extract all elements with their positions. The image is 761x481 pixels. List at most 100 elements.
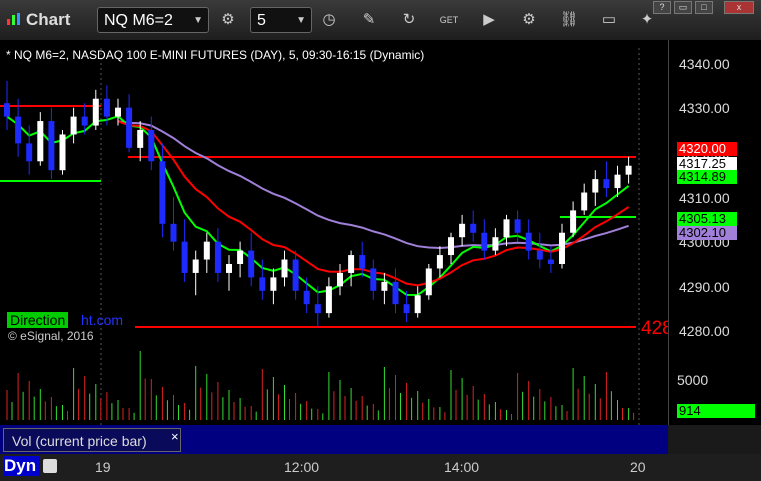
candle-body [159, 161, 166, 224]
candle-body [525, 232, 532, 251]
candle-body [581, 192, 588, 211]
interval-value: 5 [257, 12, 266, 29]
time-axis: Dyn 19 12:00 14:00 20 [0, 454, 761, 481]
candle-body [137, 130, 144, 148]
candle-body [26, 143, 33, 162]
candle-body [214, 241, 221, 273]
candle-body [359, 255, 366, 269]
symbol-select[interactable]: NQ M6=2 ▼ [97, 7, 209, 33]
pencil-icon[interactable]: ✎ [354, 7, 384, 33]
time-tick-label: 20 [630, 459, 646, 475]
candle-body [126, 107, 133, 148]
volume-badge: 914 [677, 404, 755, 418]
play-icon[interactable]: ▶ [474, 7, 504, 33]
candle-body [4, 103, 10, 117]
price-badge: 4314.89 [677, 170, 737, 184]
candle-body [381, 281, 388, 291]
price-chart [0, 48, 640, 425]
candle-body [237, 250, 244, 264]
candle-body [115, 107, 121, 117]
menu-button[interactable]: ? [653, 1, 671, 14]
candle-body [481, 232, 488, 251]
candle-body [436, 255, 443, 269]
close-button[interactable]: x [724, 1, 754, 14]
candle-body [59, 134, 66, 171]
candle-body [337, 272, 343, 287]
brand-label-suffix: ht.com [81, 312, 124, 328]
minimize-button[interactable]: ▭ [674, 1, 692, 14]
candle-body [470, 223, 477, 233]
candle-body [48, 121, 55, 171]
candle-body [303, 290, 310, 305]
chart-plot-area[interactable]: * NQ M6=2, NASDAQ 100 E-MINI FUTURES (DA… [0, 40, 673, 425]
candle-body [170, 223, 177, 242]
candle-body [625, 165, 632, 175]
candle-body [536, 250, 543, 260]
candle-body [370, 268, 377, 291]
candle-body [559, 232, 565, 264]
brand-label: Direction [7, 312, 69, 328]
price-badge: 4305.13 [677, 212, 737, 226]
candle-body [392, 281, 399, 305]
candle-body [192, 259, 199, 273]
candle-body [270, 277, 277, 291]
watermark: © eSignal, 2016 [8, 329, 94, 343]
candle-body [248, 250, 255, 278]
candle-body [403, 304, 410, 314]
price-tick-label: 4280.00 [679, 323, 730, 339]
candle-body [37, 121, 44, 162]
chart-header: * NQ M6=2, NASDAQ 100 E-MINI FUTURES (DA… [6, 48, 425, 62]
time-tick-label: 12:00 [284, 459, 320, 475]
candle-body [15, 116, 22, 144]
candle-body [226, 264, 232, 273]
candle-body [181, 241, 188, 273]
candle-body [503, 219, 510, 238]
expand-icon[interactable] [43, 459, 57, 473]
candle-body [259, 277, 266, 291]
chevron-down-icon: ▼ [296, 15, 306, 26]
link-icon[interactable]: ⛓ [554, 7, 584, 33]
time-tick-label: 19 [95, 459, 111, 475]
candle-body [459, 223, 466, 238]
candle-body [614, 174, 621, 189]
candle-body [492, 237, 499, 251]
get-icon[interactable]: GET [434, 7, 464, 33]
title-bar: Chart NQ M6=2 ▼ ⚙ 5 ▼ ◷ ✎ ↻ GET ▶ ⚙ ⛓ ▭ … [0, 0, 761, 41]
candle-body [292, 259, 299, 291]
volume-tab-label: Vol (current price bar) [12, 433, 147, 449]
candle-body [70, 116, 77, 135]
price-tick-label: 4330.00 [679, 100, 730, 116]
clock-icon[interactable]: ◷ [314, 7, 344, 33]
chevron-down-icon: ▼ [193, 15, 203, 26]
symbol-value: NQ M6=2 [104, 12, 173, 29]
price-tick-label: 4290.00 [679, 279, 730, 295]
candle-body [425, 268, 432, 296]
app-title: Chart [26, 10, 71, 29]
candle-body [148, 130, 155, 162]
chart-settings-icon[interactable]: ⚙ [514, 7, 544, 33]
candle-body [325, 286, 332, 314]
price-tick-label: 4340.00 [679, 56, 730, 72]
slow-average-line [117, 120, 629, 250]
candle-body [92, 98, 99, 126]
chat-icon[interactable]: ▭ [594, 7, 624, 33]
candle-body [348, 255, 355, 273]
candle-body [514, 219, 521, 233]
chart-app-icon [7, 13, 20, 25]
candle-body [547, 259, 554, 264]
price-badge: 4320.00 [677, 142, 737, 156]
time-tick-label: 14:00 [444, 459, 480, 475]
price-axis[interactable]: 4340.004330.004320.004310.004300.004290.… [668, 40, 761, 425]
volume-tab[interactable]: Vol (current price bar) × [3, 428, 181, 452]
refresh-icon[interactable]: ↻ [394, 7, 424, 33]
candle-body [570, 210, 577, 233]
interval-select[interactable]: 5 ▼ [250, 7, 312, 33]
candle-body [314, 304, 321, 314]
price-tick-label: 4310.00 [679, 190, 730, 206]
price-badge: 4302.10 [677, 226, 737, 240]
dynamic-label: Dyn [4, 456, 40, 476]
candle-body [281, 259, 288, 278]
close-icon[interactable]: × [171, 425, 179, 449]
settings-icon[interactable]: ⚙ [213, 7, 243, 33]
restore-button[interactable]: □ [695, 1, 713, 14]
